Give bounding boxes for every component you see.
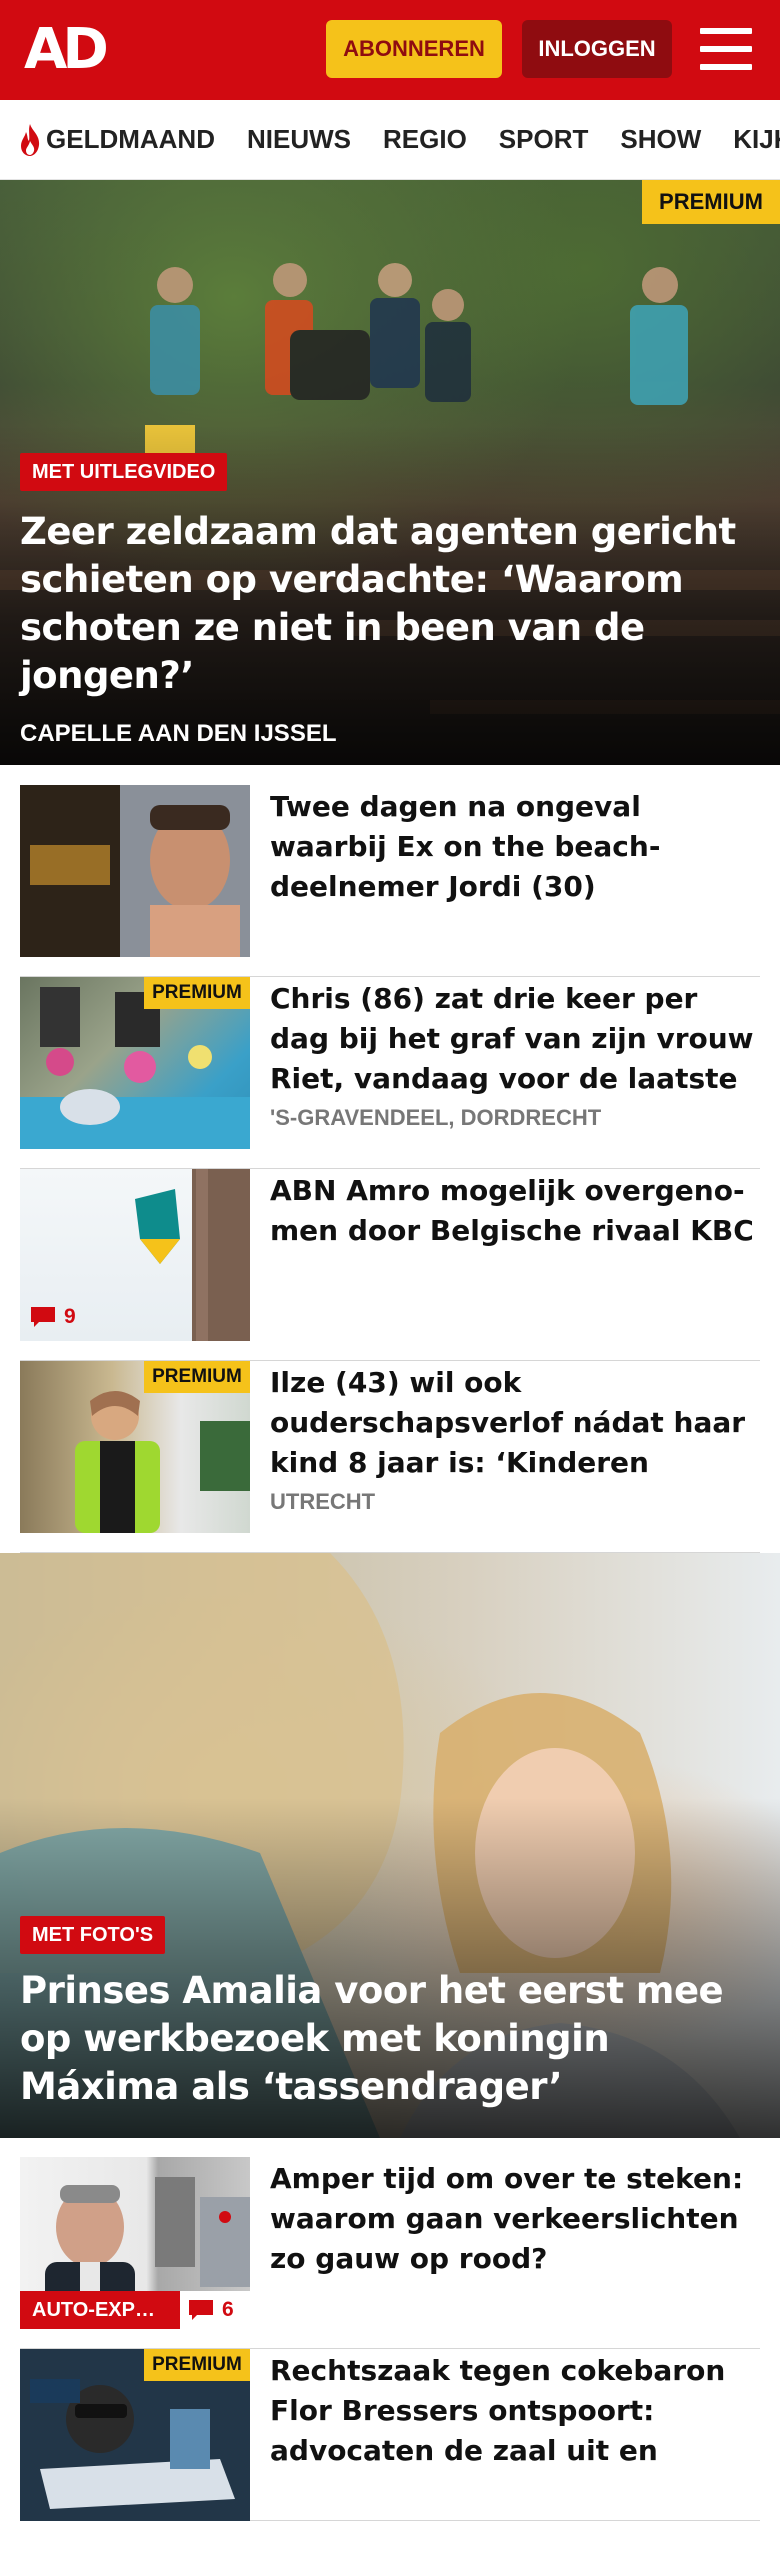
article-title[interactable]: ABN Amro mogelijk overgeno­men door Belg… bbox=[270, 1171, 756, 1291]
article-title[interactable]: Rechtszaak tegen cokebaron Flor Bressers… bbox=[270, 2351, 756, 2471]
flame-icon bbox=[21, 123, 40, 156]
article-location: 'S-GRAVENDEEL, DORDRECHT bbox=[270, 1105, 602, 1130]
video-tag: MET UITLEGVIDEO bbox=[20, 453, 228, 491]
section-nav: GELDMAAND NIEUWS REGIO SPORT SHOW KIJK bbox=[0, 100, 780, 180]
article-title[interactable]: Amper tijd om over te steken: waarom gaa… bbox=[270, 2159, 756, 2279]
premium-badge: PREMIUM bbox=[144, 1361, 250, 1393]
nav-item-sport[interactable]: SPORT bbox=[499, 124, 589, 155]
hero-headline[interactable]: Prinses Amalia voor het eerst mee op wer… bbox=[20, 1967, 756, 2111]
hero-article-amalia[interactable]: MET FOTO'S Prinses Amalia voor het eerst… bbox=[0, 1553, 780, 2138]
list-item[interactable]: AUTO-EXP… 6 Amper tijd om over te steken… bbox=[20, 2157, 760, 2349]
speech-bubble-icon bbox=[189, 2300, 213, 2320]
comment-count-value: 9 bbox=[64, 1305, 76, 1328]
list-item[interactable]: Twee dagen na ongeval waarbij Ex on the … bbox=[20, 785, 760, 977]
list-item[interactable]: 9 ABN Amro mogelijk overgeno­men door Be… bbox=[20, 1169, 760, 1361]
login-button[interactable]: INLOGGEN bbox=[522, 20, 672, 78]
nav-item-nieuws[interactable]: NIEUWS bbox=[247, 124, 351, 155]
article-title[interactable]: Chris (86) zat drie keer per dag bij het… bbox=[270, 979, 756, 1099]
speech-bubble-icon bbox=[31, 1307, 55, 1327]
comment-count[interactable]: 9 bbox=[30, 1305, 76, 1329]
hamburger-menu-icon[interactable] bbox=[700, 26, 752, 72]
comment-count-value: 6 bbox=[222, 2298, 234, 2321]
premium-badge: PREMIUM bbox=[144, 2349, 250, 2381]
list-item[interactable]: PREMIUM Ilze (43) wil ook ouderschapsver… bbox=[20, 1361, 760, 1553]
top-header: AD ABONNEREN INLOGGEN bbox=[0, 0, 780, 100]
comment-count[interactable]: 6 bbox=[180, 2291, 250, 2329]
ad-logo[interactable]: AD bbox=[24, 22, 116, 78]
premium-badge: PREMIUM bbox=[144, 977, 250, 1009]
premium-badge: PREMIUM bbox=[642, 180, 780, 224]
auto-expert-tag: AUTO-EXP… bbox=[20, 2291, 180, 2329]
article-thumbnail bbox=[20, 785, 250, 957]
hero-article-capelle[interactable]: PREMIUM MET UITLEGVIDEO Zeer zeldzaam da… bbox=[0, 180, 780, 765]
hero-location: CAPELLE AAN DEN IJSSEL bbox=[20, 720, 337, 747]
article-title[interactable]: Twee dagen na ongeval waarbij Ex on the … bbox=[270, 787, 756, 907]
nav-item-show[interactable]: SHOW bbox=[620, 124, 701, 155]
nav-item-geldmaand[interactable]: GELDMAAND bbox=[18, 123, 215, 157]
thumbnail-art bbox=[20, 785, 250, 957]
nav-item-kijk[interactable]: KIJK bbox=[733, 124, 780, 155]
nav-label: GELDMAAND bbox=[46, 124, 215, 154]
hero-headline[interactable]: Zeer zeldzaam dat agenten gericht schiet… bbox=[20, 508, 756, 700]
list-item[interactable]: PREMIUM Rechtszaak tegen cokebaron Flor … bbox=[20, 2349, 760, 2521]
subscribe-button[interactable]: ABONNEREN bbox=[326, 20, 502, 78]
article-location: UTRECHT bbox=[270, 1489, 376, 1514]
list-item[interactable]: PREMIUM Chris (86) zat drie keer per dag… bbox=[20, 977, 760, 1169]
photos-tag: MET FOTO'S bbox=[20, 1916, 166, 1954]
article-title[interactable]: Ilze (43) wil ook ouderschapsver­lof nád… bbox=[270, 1363, 756, 1483]
nav-item-regio[interactable]: REGIO bbox=[383, 124, 467, 155]
